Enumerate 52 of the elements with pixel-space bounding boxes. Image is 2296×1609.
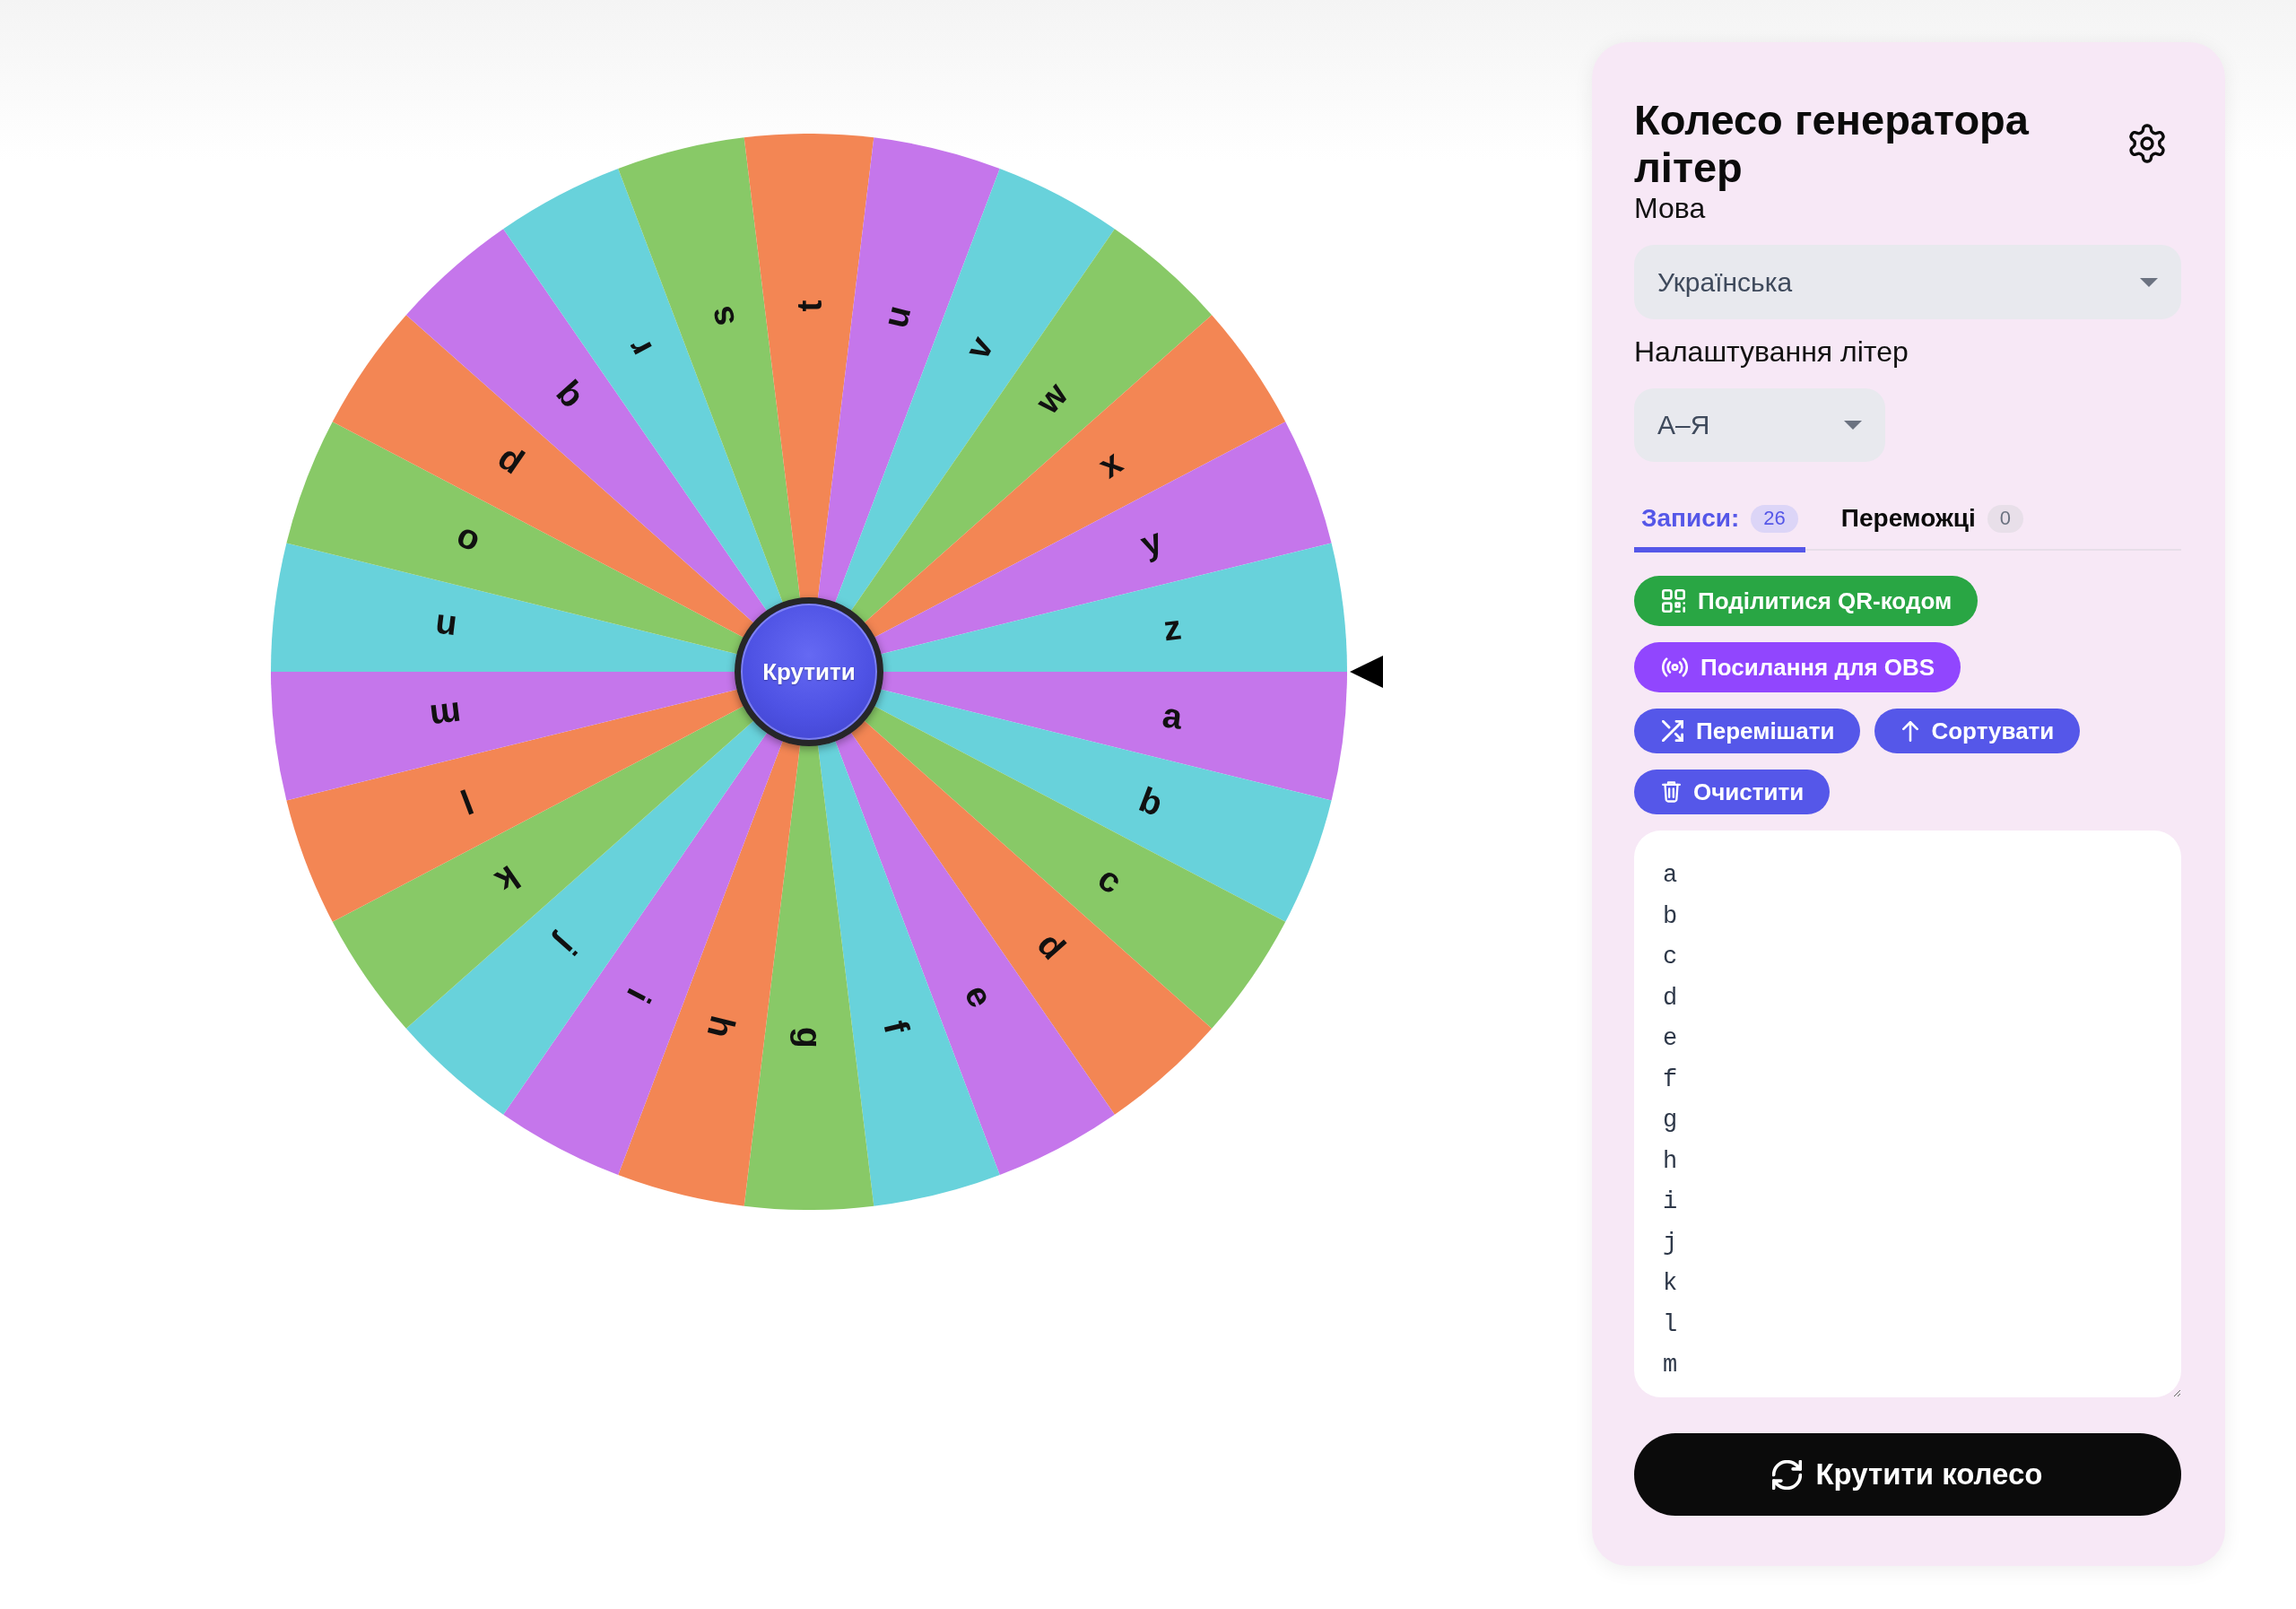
language-label: Мова <box>1634 191 1707 225</box>
segment-label: l <box>455 781 479 822</box>
segment-label: e <box>957 978 1001 1013</box>
segment-label: z <box>1161 607 1184 648</box>
shuffle-button[interactable]: Перемішати <box>1634 709 1861 753</box>
segment-label: k <box>489 857 527 901</box>
segment-label: u <box>874 301 918 332</box>
segment-label: r <box>618 333 659 363</box>
tab[interactable]: Переможці 0 <box>1833 503 2031 552</box>
segment-label: p <box>488 441 528 486</box>
segment-label: n <box>432 607 459 648</box>
clear-button[interactable]: Очистити <box>1634 770 1831 814</box>
segment-label: o <box>449 520 484 564</box>
segment-label: q <box>544 377 588 419</box>
sort-button[interactable]: Сортувати <box>1874 709 2081 753</box>
segment-label: s <box>700 302 743 331</box>
segment-label: y <box>1135 520 1168 564</box>
segment-label: m <box>428 694 464 737</box>
count-badge: 0 <box>1987 504 2024 533</box>
share-qr-button[interactable]: Поділитися QR-кодом <box>1634 576 1979 626</box>
segment-label: j <box>548 929 585 962</box>
entries-textarea[interactable]: a b c d e f g h i j k l m <box>1634 831 2181 1397</box>
panel-title: Колесо генератора літер <box>1634 96 2031 191</box>
caret-icon <box>2140 277 2158 287</box>
segment-label: t <box>789 300 829 312</box>
segment-label: g <box>789 1027 829 1048</box>
letter-set-label: Налаштування літер <box>1634 335 1909 369</box>
obs-link-button[interactable]: Посилання для OBS <box>1634 642 1961 692</box>
arrow-up-icon <box>1902 720 1919 742</box>
segment-label: a <box>1160 695 1185 736</box>
segment-label: d <box>1030 925 1074 967</box>
language-select[interactable]: Українська <box>1634 245 2181 319</box>
spin-wheel-button[interactable]: Крутити колесо <box>1634 1433 2181 1516</box>
shuffle-icon <box>1662 720 1683 742</box>
settings-icon[interactable] <box>2127 124 2167 163</box>
broadcast-icon <box>1662 657 1688 677</box>
refresh-icon <box>1772 1459 1803 1490</box>
segment-label: f <box>876 1016 918 1038</box>
qr-code-icon <box>1662 589 1685 613</box>
segment-label: v <box>957 330 1001 366</box>
segment-label: c <box>1091 857 1129 901</box>
segment-label: w <box>1028 375 1075 422</box>
pointer-icon <box>1350 656 1383 688</box>
trash-icon <box>1662 781 1681 803</box>
segment-label: i <box>619 982 658 1010</box>
segment-label: h <box>700 1012 744 1042</box>
caret-icon <box>1844 421 1862 430</box>
letter-set-select[interactable]: А–Я <box>1634 388 1885 462</box>
count-badge: 26 <box>1751 504 1798 533</box>
segment-label: b <box>1134 779 1169 823</box>
segment-label: x <box>1091 442 1129 486</box>
tab[interactable]: Записи: 26 <box>1634 503 1805 552</box>
